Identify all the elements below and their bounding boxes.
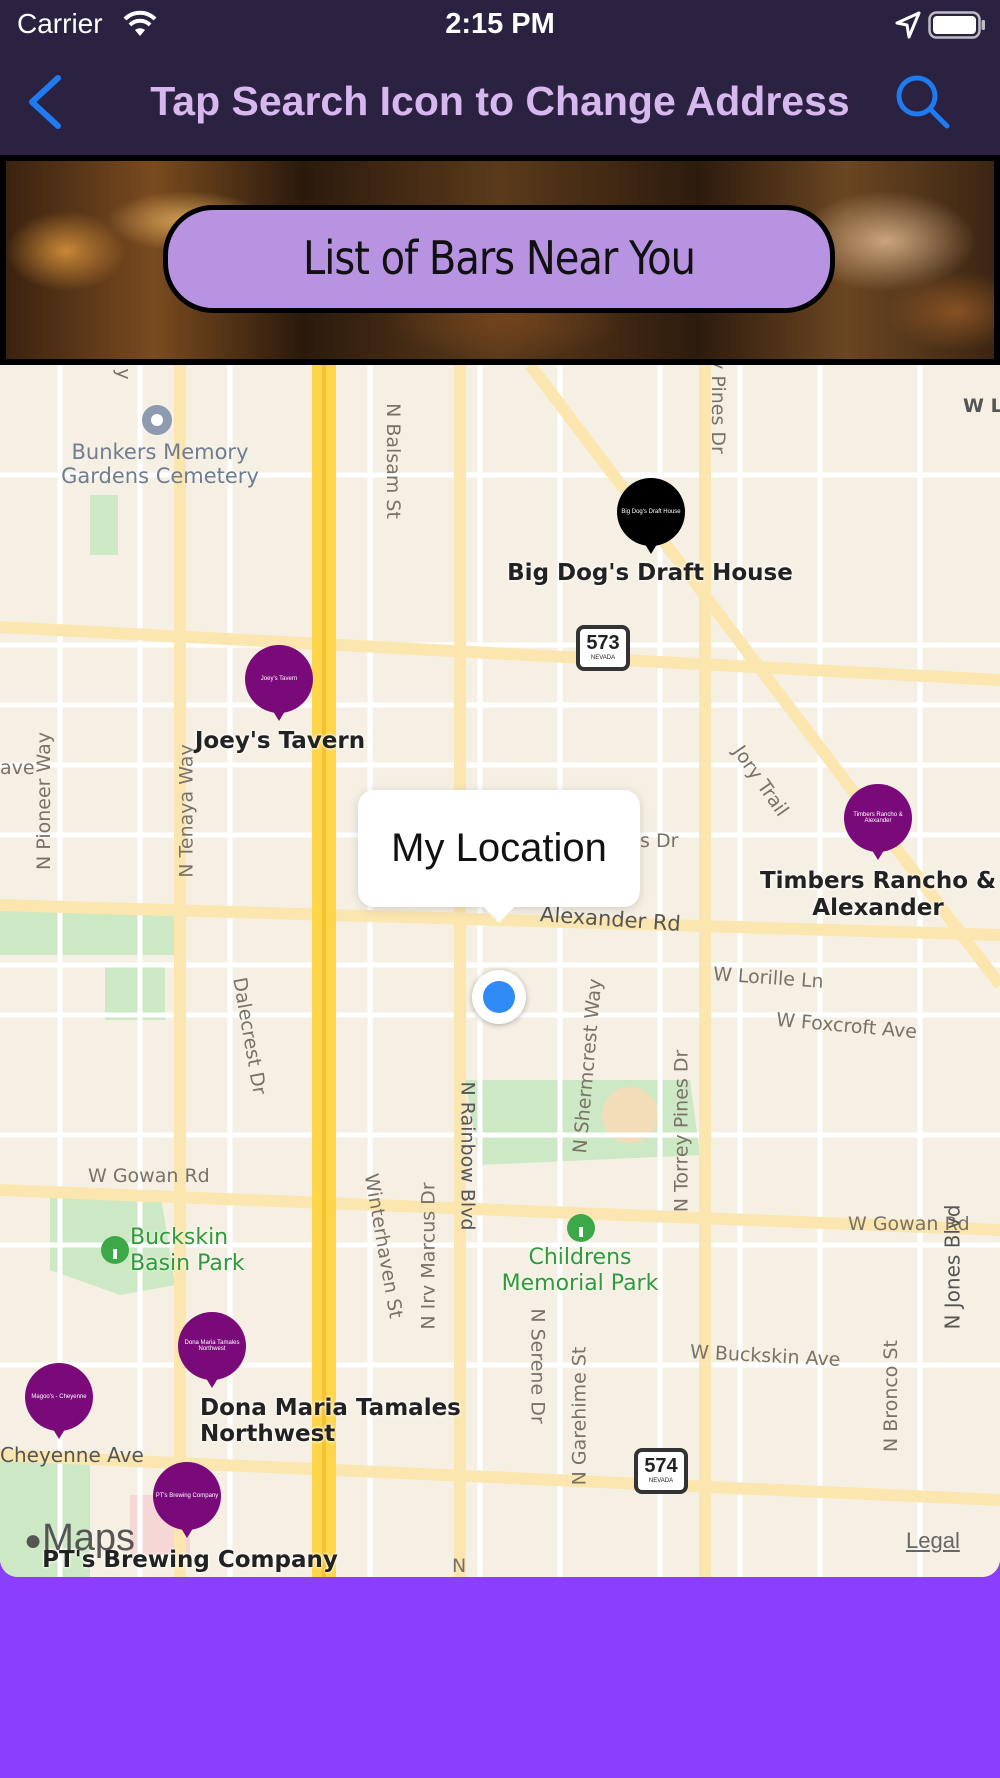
top-bar: Carrier 2:15 PM Tap Search Icon to Chang…	[0, 0, 1000, 155]
cemetery-label: Bunkers Memory Gardens Cemetery	[61, 440, 259, 488]
street-label: N Jones Blvd	[940, 1204, 965, 1330]
bottom-purple-area	[0, 1577, 1000, 1778]
street-label: N Serene Dr	[526, 1308, 549, 1424]
street-label: N	[452, 1555, 467, 1577]
apple-maps-logo: ●Maps	[24, 1517, 136, 1559]
park-label: Childrens Memorial Park	[501, 1245, 659, 1296]
street-label: N Tenaya Way	[175, 744, 198, 878]
street-label: ave	[0, 757, 35, 779]
street-label: y	[112, 368, 135, 380]
pin-text: Joey's Tavern	[260, 676, 298, 682]
bar-name-label: Joey's Tavern	[194, 728, 366, 754]
location-arrow-icon	[895, 11, 921, 39]
chevron-left-icon[interactable]	[22, 72, 72, 132]
street-label: N Bronco St	[879, 1340, 902, 1452]
street-label: N Rainbow Blvd	[456, 1081, 479, 1231]
my-location-label: My Location	[391, 826, 607, 870]
pin-text: Timbers Rancho & Alexander	[853, 812, 903, 824]
apple-logo-icon: ●	[24, 1524, 43, 1557]
callout-notch	[482, 905, 516, 923]
street-label: N Pioneer Way	[32, 732, 55, 870]
park-label: Buckskin Basin Park	[130, 1225, 245, 1276]
bar-name-label: Big Dog's Draft House	[507, 560, 793, 586]
street-label: N Balsam St	[381, 403, 404, 519]
legal-link[interactable]: Legal	[906, 1528, 960, 1554]
street-label: W Gowan Rd	[88, 1165, 210, 1187]
my-location-callout[interactable]: My Location	[358, 790, 640, 923]
pin-text: Magoo's - Cheyenne	[31, 1394, 87, 1400]
bar-name-label: Dona Maria Tamales Northwest	[200, 1395, 461, 1447]
list-of-bars-button[interactable]: List of Bars Near You	[163, 205, 835, 313]
pin-text: PT's Brewing Company	[155, 1493, 219, 1499]
route-shield: 573 NEVADA	[576, 625, 630, 671]
street-label: s Dr	[640, 830, 679, 852]
list-of-bars-label: List of Bars Near You	[302, 232, 696, 286]
status-bar: Carrier 2:15 PM	[0, 0, 1000, 50]
nav-title: Tap Search Icon to Change Address	[150, 78, 850, 124]
street-label: N Torrey Pines Dr	[670, 1049, 693, 1213]
status-time: 2:15 PM	[445, 8, 555, 40]
route-shield: 574 NEVADA	[634, 1448, 688, 1494]
battery-icon	[928, 11, 985, 39]
user-location-dot[interactable]	[472, 970, 526, 1024]
pin-text: Dona Maria Tamales Northwest	[184, 1340, 240, 1352]
magnifier-icon[interactable]	[893, 72, 953, 132]
bar-name-label: Timbers Rancho & Alexander	[759, 868, 997, 921]
pin-text: Big Dog's Draft House	[621, 509, 681, 515]
street-label: N Irv Marcus Dr	[417, 1182, 440, 1330]
street-label: Cheyenne Ave	[0, 1443, 144, 1467]
street-label: y Pines Dr	[706, 365, 729, 454]
map-view[interactable]: y W L N Balsam St y Pines Dr N Pioneer W…	[0, 365, 1000, 1577]
navigation-bar: Tap Search Icon to Change Address	[0, 60, 1000, 145]
street-label: W L	[963, 395, 1000, 417]
street-label: N Garehime St	[568, 1346, 591, 1486]
